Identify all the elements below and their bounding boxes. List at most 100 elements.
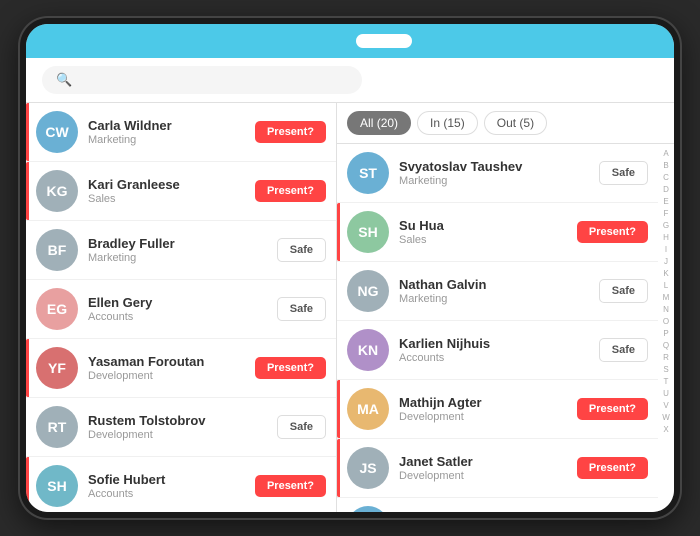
safe-button[interactable]: Safe <box>599 279 648 303</box>
safe-button[interactable]: Safe <box>277 238 326 262</box>
person-dept: Marketing <box>88 252 267 264</box>
person-dept: Accounts <box>88 311 267 323</box>
avatar-initials: ST <box>359 165 377 181</box>
person-dept: Sales <box>399 234 567 246</box>
alpha-letter[interactable]: N <box>663 304 669 316</box>
alpha-letter[interactable]: S <box>663 364 668 376</box>
alpha-letter[interactable]: R <box>663 352 669 364</box>
safe-button[interactable]: Safe <box>599 161 648 185</box>
person-name: Kari Granleese <box>88 177 245 192</box>
alpha-letter[interactable]: E <box>663 196 668 208</box>
alpha-letter[interactable]: C <box>663 172 669 184</box>
tab-visitors[interactable] <box>300 34 356 48</box>
search-input[interactable] <box>80 73 348 88</box>
person-dept: Development <box>399 411 567 423</box>
avatar: BF <box>36 229 78 271</box>
filter-tabs: All (20)In (15)Out (5) <box>337 103 674 144</box>
safe-button[interactable]: Safe <box>277 297 326 321</box>
tab-employees[interactable] <box>356 34 412 48</box>
avatar: RT <box>36 406 78 448</box>
present-button[interactable]: Present? <box>577 398 648 420</box>
person-info: Rustem TolstobrovDevelopment <box>88 413 267 441</box>
person-name: Carla Wildner <box>88 118 245 133</box>
present-button[interactable]: Present? <box>255 475 326 497</box>
avatar: ST <box>347 152 389 194</box>
right-list: ST Svyatoslav TaushevMarketing Safe SH Su Hu… <box>337 144 658 512</box>
person-dept: Development <box>88 429 267 441</box>
alpha-letter[interactable]: D <box>663 184 669 196</box>
safe-button[interactable]: Safe <box>277 415 326 439</box>
avatar: SH <box>347 211 389 253</box>
screen: 🔍 CWCarla WildnerMarketingPresent?KGKari… <box>26 24 674 512</box>
list-item: RT Rustem TolstobrovDevelopment Safe <box>26 398 336 457</box>
alpha-letter[interactable]: T <box>664 376 669 388</box>
person-info: Janet SatlerDevelopment <box>399 454 567 482</box>
search-input-wrap: 🔍 <box>42 66 362 94</box>
avatar: NG <box>347 270 389 312</box>
avatar: CW <box>36 111 78 153</box>
right-list-area: STSvyatoslav TaushevMarketingSafeSHSu Hu… <box>337 144 674 512</box>
person-dept: Marketing <box>399 293 589 305</box>
filter-tab-in[interactable]: In (15) <box>417 111 478 135</box>
person-name: Nathan Galvin <box>399 277 589 292</box>
person-name: Karlien Nijhuis <box>399 336 589 351</box>
avatar-initials: SH <box>47 478 66 494</box>
person-info: Svyatoslav TaushevMarketing <box>399 159 589 187</box>
safe-button[interactable]: Safe <box>599 338 648 362</box>
avatar: JS <box>347 447 389 489</box>
person-dept: Development <box>88 370 245 382</box>
person-dept: Development <box>399 470 567 482</box>
alpha-letter[interactable]: P <box>663 328 668 340</box>
filter-tab-all[interactable]: All (20) <box>347 111 411 135</box>
avatar-initials: JS <box>359 460 376 476</box>
person-info: Yasaman ForoutanDevelopment <box>88 354 245 382</box>
avatar: EG <box>36 288 78 330</box>
avatar: KG <box>36 170 78 212</box>
alpha-letter[interactable]: M <box>663 292 670 304</box>
person-name: Rustem Tolstobrov <box>88 413 267 428</box>
person-name: Su Hua <box>399 218 567 233</box>
alpha-letter[interactable]: F <box>664 208 669 220</box>
present-button[interactable]: Present? <box>255 180 326 202</box>
list-item: SH Su HuaSales Present? <box>337 203 658 262</box>
alpha-letter[interactable]: A <box>663 148 668 160</box>
alpha-letter[interactable]: W <box>662 412 670 424</box>
search-icon: 🔍 <box>56 72 72 88</box>
alpha-letter[interactable]: O <box>663 316 669 328</box>
alpha-letter[interactable]: U <box>663 388 669 400</box>
list-item: BFBradley FullerMarketingSafe <box>26 221 336 280</box>
person-info: Carla WildnerMarketing <box>88 118 245 146</box>
list-item: NG Nathan GalvinMarketing Safe <box>337 262 658 321</box>
alpha-letter[interactable]: L <box>664 280 668 292</box>
avatar: MA <box>347 388 389 430</box>
person-info: Su HuaSales <box>399 218 567 246</box>
search-bar: 🔍 <box>26 58 674 103</box>
alpha-letter[interactable]: V <box>663 400 668 412</box>
person-dept: Accounts <box>88 488 245 500</box>
person-info: Nathan GalvinMarketing <box>399 277 589 305</box>
alpha-letter[interactable]: X <box>663 424 668 436</box>
alpha-letter[interactable]: J <box>664 256 668 268</box>
present-button[interactable]: Present? <box>255 121 326 143</box>
list-item: KN Karlien NijhuisAccounts Safe <box>337 321 658 380</box>
alpha-letter[interactable]: Q <box>663 340 669 352</box>
present-button[interactable]: Present? <box>577 457 648 479</box>
person-dept: Accounts <box>399 352 589 364</box>
alpha-letter[interactable]: B <box>663 160 668 172</box>
list-item: YFYasaman ForoutanDevelopmentPresent? <box>26 339 336 398</box>
avatar-initials: SH <box>358 224 377 240</box>
avatar: CW <box>347 506 389 512</box>
avatar: KN <box>347 329 389 371</box>
alpha-letter[interactable]: G <box>663 220 669 232</box>
alpha-letter[interactable]: K <box>663 268 668 280</box>
present-button[interactable]: Present? <box>577 221 648 243</box>
alpha-letter[interactable]: H <box>663 232 669 244</box>
avatar-initials: MA <box>357 401 379 417</box>
avatar-initials: KG <box>47 183 68 199</box>
alpha-letter[interactable]: I <box>665 244 667 256</box>
avatar-initials: KN <box>358 342 378 358</box>
list-item: CWCarla WildnerAccountsSafe <box>337 498 658 512</box>
present-button[interactable]: Present? <box>255 357 326 379</box>
filter-tab-out[interactable]: Out (5) <box>484 111 547 135</box>
person-name: Yasaman Foroutan <box>88 354 245 369</box>
